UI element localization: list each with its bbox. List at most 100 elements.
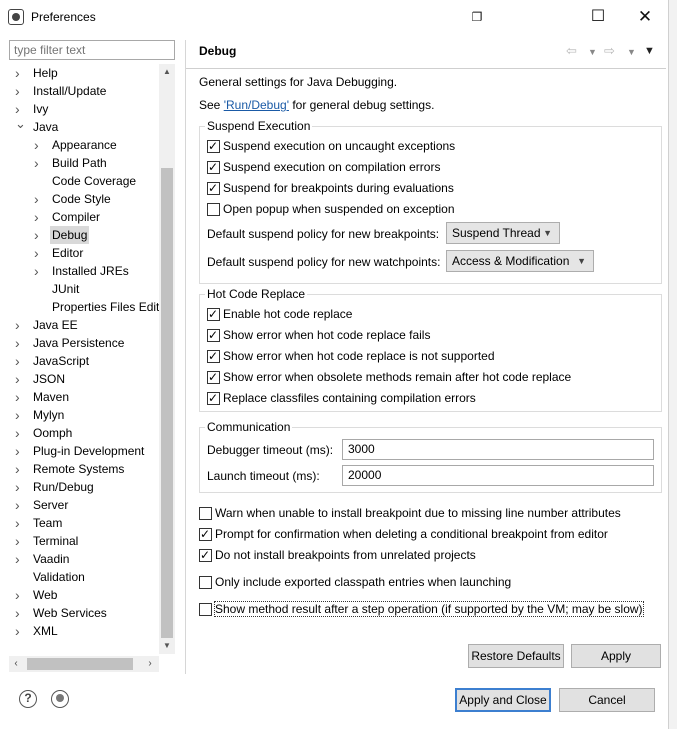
tree-item-label: JUnit [52,282,80,296]
import-export-icon[interactable] [51,690,69,708]
scroll-left-icon[interactable]: ‹ [9,656,23,672]
checkbox[interactable] [207,327,220,343]
tree-vertical-scrollbar[interactable]: ▲ ▼ [159,64,175,654]
chevron-right-icon[interactable]: › [15,82,25,100]
title-bar: Preferences ❐ ☐ ✕ [0,0,677,34]
run-debug-link[interactable]: 'Run/Debug' [224,98,289,112]
checkbox-label[interactable]: Suspend execution on uncaught exceptions [223,139,455,153]
checkbox-label[interactable]: Warn when unable to install breakpoint d… [215,506,621,520]
scrollbar-thumb[interactable] [161,168,173,638]
checkbox[interactable] [207,348,220,364]
filter-input[interactable] [9,40,175,60]
checkbox-label[interactable]: Show error when hot code replace is not … [223,349,495,363]
checkbox[interactable] [199,603,212,616]
tree-horizontal-scrollbar[interactable]: ‹ › [9,656,159,672]
chevron-right-icon[interactable]: › [15,586,25,604]
chevron-right-icon[interactable]: › [15,532,25,550]
scroll-down-icon[interactable]: ▼ [159,638,175,654]
tree-item-label: Plug-in Development [33,444,145,458]
help-icon[interactable]: ? [19,690,37,708]
checkbox-label[interactable]: Show error when obsolete methods remain … [223,370,571,384]
cancel-button[interactable]: Cancel [559,688,655,712]
forward-menu-chevron-icon[interactable]: ▼ [627,47,636,57]
chevron-down-icon[interactable]: ⌄ [15,117,26,136]
tree-item-label: Debug [50,226,90,244]
apply-and-close-button[interactable]: Apply and Close [455,688,551,712]
scrollbar-thumb[interactable] [27,658,133,670]
chevron-right-icon[interactable]: › [15,316,25,334]
chevron-right-icon[interactable]: › [15,442,25,460]
chevron-right-icon[interactable]: › [15,496,25,514]
launch-timeout-input[interactable]: 20000 [342,465,654,486]
chevron-right-icon[interactable]: › [15,64,25,82]
back-arrow-icon[interactable]: ⇦ [566,43,577,59]
forward-arrow-icon[interactable]: ⇨ [604,43,615,59]
tree-item-label: Vaadin [33,552,70,566]
checkbox-label[interactable]: Replace classfiles containing compilatio… [223,391,476,405]
checkbox[interactable] [199,507,212,520]
checkbox[interactable] [199,576,212,589]
chevron-right-icon[interactable]: › [15,424,25,442]
checkbox[interactable] [207,138,220,154]
chevron-right-icon[interactable]: › [34,154,44,172]
restore-down-icon[interactable]: ❐ [466,6,488,28]
checkbox[interactable] [207,390,220,406]
checkbox-label[interactable]: Only include exported classpath entries … [215,575,511,589]
checkbox-label[interactable]: Suspend for breakpoints during evaluatio… [223,181,454,195]
scroll-right-icon[interactable]: › [143,656,157,672]
checkbox-label[interactable]: Do not install breakpoints from unrelate… [215,548,476,562]
chevron-right-icon[interactable]: › [15,370,25,388]
checkbox-label[interactable]: Show method result after a step operatio… [214,601,644,617]
checkbox[interactable] [207,306,220,322]
scroll-up-icon[interactable]: ▲ [159,64,175,80]
page-description: General settings for Java Debugging. [199,75,398,89]
splitter[interactable] [185,40,186,674]
restore-defaults-button[interactable]: Restore Defaults [468,644,564,668]
hot-code-replace-title: Hot Code Replace [205,287,308,301]
debugger-timeout-label: Debugger timeout (ms): [207,443,334,457]
chevron-right-icon[interactable]: › [34,226,44,244]
chevron-right-icon[interactable]: › [15,550,25,568]
chevron-right-icon[interactable]: › [15,460,25,478]
checkbox-label[interactable]: Suspend execution on compilation errors [223,160,440,174]
apply-button[interactable]: Apply [571,644,661,668]
chevron-right-icon[interactable]: › [15,622,25,640]
checkbox[interactable] [199,547,212,563]
wp-policy-select[interactable]: Access & Modification ▼ [446,250,594,272]
back-menu-chevron-icon[interactable]: ▼ [588,47,597,57]
view-menu-icon[interactable]: ▼ [644,45,655,57]
chevron-right-icon[interactable]: › [34,208,44,226]
checkbox[interactable] [199,526,212,542]
checkbox[interactable] [207,180,220,196]
bp-policy-select[interactable]: Suspend Thread ▼ [446,222,560,244]
chevron-right-icon[interactable]: › [15,352,25,370]
chevron-right-icon[interactable]: › [15,334,25,352]
tree-item-label: Code Style [52,192,111,206]
chevron-right-icon[interactable]: › [34,136,44,154]
debugger-timeout-input[interactable]: 3000 [342,439,654,460]
chevron-down-icon: ▼ [577,256,586,266]
chevron-right-icon[interactable]: › [15,406,25,424]
tree-item-label: Remote Systems [33,462,125,476]
chevron-right-icon[interactable]: › [15,478,25,496]
chevron-right-icon[interactable]: › [15,604,25,622]
tree-item-label: Code Coverage [52,174,137,188]
checkbox[interactable] [207,203,220,216]
tree-item-label: Compiler [52,210,101,224]
chevron-right-icon[interactable]: › [34,262,44,280]
maximize-icon[interactable]: ☐ [587,6,609,28]
chevron-right-icon[interactable]: › [15,388,25,406]
chevron-right-icon[interactable]: › [34,190,44,208]
tree-item-label: Mylyn [33,408,65,422]
tree-item-label: Team [33,516,63,530]
checkbox[interactable] [207,369,220,385]
chevron-right-icon[interactable]: › [15,514,25,532]
checkbox[interactable] [207,159,220,175]
tree-item-label: Help [33,66,58,80]
checkbox-label[interactable]: Open popup when suspended on exception [223,202,455,216]
checkbox-label[interactable]: Show error when hot code replace fails [223,328,430,342]
close-icon[interactable]: ✕ [634,6,656,28]
chevron-right-icon[interactable]: › [34,244,44,262]
checkbox-label[interactable]: Prompt for confirmation when deleting a … [215,527,608,541]
checkbox-label[interactable]: Enable hot code replace [223,307,352,321]
